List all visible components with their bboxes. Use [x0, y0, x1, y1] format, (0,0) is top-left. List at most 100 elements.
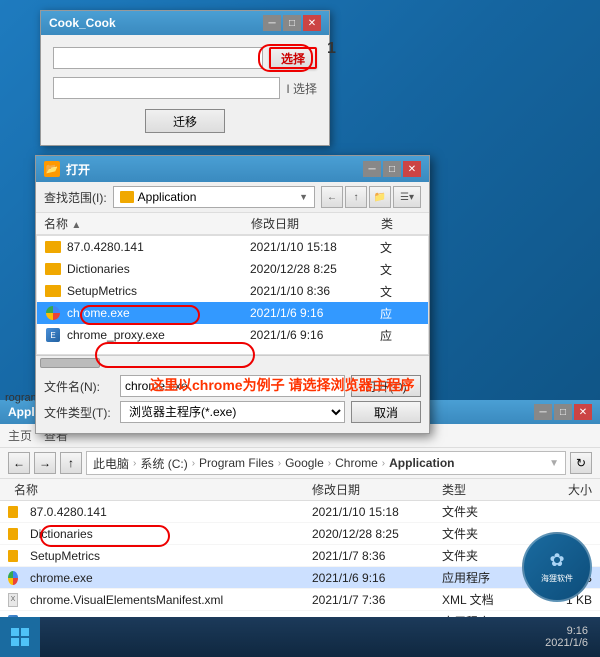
exp-col-size: 大小 — [522, 481, 592, 498]
open-dialog-content: 名称 ▲ 修改日期 类 87.0.4280.141 2021/1/10 15:1… — [36, 213, 429, 369]
open-dialog-icon: 📂 — [44, 161, 60, 177]
open-maximize-btn[interactable]: □ — [383, 161, 401, 177]
file-name: chrome_proxy.exe — [67, 328, 250, 342]
file-list-item[interactable]: Dictionaries 2020/12/28 8:25 文 — [37, 258, 428, 280]
exp-file-date: 2021/1/7 8:36 — [312, 549, 442, 563]
filename-label: 文件名(N): — [44, 378, 114, 395]
file-type: 应 — [380, 305, 420, 322]
desktop: Cook_Cook ─ □ ✕ 选择 I 选择 迁移 1 📂 — [0, 0, 600, 657]
bc-google[interactable]: Google — [285, 456, 324, 470]
folder-icon — [45, 263, 61, 275]
file-list-item[interactable]: SetupMetrics 2021/1/10 8:36 文 — [37, 280, 428, 302]
cook-title-controls: ─ □ ✕ — [263, 15, 321, 31]
explorer-tab-home[interactable]: 主页 — [8, 427, 32, 444]
file-icon: E — [45, 328, 61, 342]
up-btn[interactable]: ↑ — [345, 186, 367, 208]
cook-migrate-btn[interactable]: 迁移 — [145, 109, 225, 133]
cook-maximize-btn[interactable]: □ — [283, 15, 301, 31]
open-dialog-toolbar: 查找范围(I): Application ▼ ← ↑ 📁 ☰▾ — [36, 182, 429, 213]
cook-close-btn[interactable]: ✕ — [303, 15, 321, 31]
exp-file-name: Dictionaries — [30, 527, 312, 541]
cook-input-1[interactable] — [53, 47, 263, 69]
file-list-item[interactable]: E chrome_proxy.exe 2021/1/6 9:16 应 — [37, 324, 428, 346]
exp-file-type: 应用程序 — [442, 569, 522, 586]
exp-file-name: 87.0.4280.141 — [30, 505, 312, 519]
bc-sep4: › — [328, 458, 331, 469]
cancel-btn[interactable]: 取消 — [351, 401, 421, 423]
bc-dropdown[interactable]: ▼ — [549, 458, 559, 469]
file-list: 87.0.4280.141 2021/1/10 15:18 文 Dictiona… — [36, 235, 429, 355]
cook-select-btn-1[interactable]: 选择 — [269, 47, 317, 69]
file-icon — [45, 262, 61, 276]
exp-file-date: 2020/12/28 8:25 — [312, 527, 442, 541]
explorer-file-item[interactable]: chrome.exe 2021/1/6 9:16 应用程序 2,191 KB — [0, 567, 600, 589]
col-name-header: 名称 ▲ — [44, 215, 251, 232]
view-btn[interactable]: ☰▾ — [393, 186, 421, 208]
back-nav-btn[interactable]: ← — [8, 452, 30, 474]
open-title-controls: ─ □ ✕ — [363, 161, 421, 177]
cook-minimize-btn[interactable]: ─ — [263, 15, 281, 31]
explorer-file-item[interactable]: SetupMetrics 2021/1/7 8:36 文件夹 — [0, 545, 600, 567]
file-icon — [45, 306, 61, 320]
explorer-file-item[interactable]: X chrome.VisualElementsManifest.xml 2021… — [0, 589, 600, 611]
exp-file-icon — [8, 571, 24, 585]
hscroll-thumb[interactable] — [40, 358, 100, 368]
explorer-maximize-btn[interactable]: □ — [554, 404, 572, 420]
col-type-header: 类 — [381, 215, 421, 232]
exe-icon: E — [46, 328, 60, 342]
forward-nav-btn[interactable]: → — [34, 452, 56, 474]
file-name: chrome.exe — [67, 306, 250, 320]
horizontal-scrollbar[interactable] — [36, 355, 429, 369]
clock-date: 2021/1/6 — [545, 637, 588, 649]
location-dropdown[interactable]: Application ▼ — [113, 186, 315, 208]
file-icon — [45, 284, 61, 298]
filetype-select[interactable]: 浏览器主程序(*.exe) — [120, 401, 345, 423]
windows-logo-icon — [10, 627, 30, 647]
open-dialog-title: 📂 打开 ─ □ ✕ — [36, 156, 429, 182]
start-btn[interactable] — [0, 617, 40, 657]
refresh-btn[interactable]: ↻ — [570, 452, 592, 474]
explorer-close-btn[interactable]: ✕ — [574, 404, 592, 420]
explorer-files: 87.0.4280.141 2021/1/10 15:18 文件夹 Dictio… — [0, 501, 600, 617]
file-list-item[interactable]: 87.0.4280.141 2021/1/10 15:18 文 — [37, 236, 428, 258]
breadcrumb: 此电脑 › 系统 (C:) › Program Files › Google ›… — [86, 451, 566, 475]
explorer-file-item[interactable]: 87.0.4280.141 2021/1/10 15:18 文件夹 — [0, 501, 600, 523]
col-date-header: 修改日期 — [251, 215, 381, 232]
file-icon — [45, 240, 61, 254]
bc-c[interactable]: 系统 (C:) — [140, 455, 187, 472]
file-list-item[interactable]: chrome.exe 2021/1/6 9:16 应 — [37, 302, 428, 324]
file-date: 2021/1/6 9:16 — [250, 328, 380, 342]
exp-file-date: 2021/1/6 9:16 — [312, 571, 442, 585]
file-date: 2021/1/6 9:16 — [250, 306, 380, 320]
open-close-btn[interactable]: ✕ — [403, 161, 421, 177]
file-name: 87.0.4280.141 — [67, 240, 250, 254]
bc-pf[interactable]: Program Files — [199, 456, 274, 470]
exp-col-name: 名称 — [8, 481, 312, 498]
folder-icon — [8, 506, 18, 518]
explorer-file-item[interactable]: Dictionaries 2020/12/28 8:25 文件夹 — [0, 523, 600, 545]
explorer-minimize-btn[interactable]: ─ — [534, 404, 552, 420]
new-folder-btn[interactable]: 📁 — [369, 186, 391, 208]
bc-chrome[interactable]: Chrome — [335, 456, 378, 470]
cook-dialog-title-text: Cook_Cook — [49, 16, 116, 30]
cook-input-2[interactable] — [53, 77, 280, 99]
filetype-label: 文件类型(T): — [44, 404, 114, 421]
xml-icon: X — [8, 593, 18, 607]
file-type: 文 — [380, 283, 420, 300]
folder-icon — [45, 285, 61, 297]
exp-file-date: 2021/1/7 7:36 — [312, 593, 442, 607]
file-date: 2020/12/28 8:25 — [250, 262, 380, 276]
open-minimize-btn[interactable]: ─ — [363, 161, 381, 177]
bc-sep2: › — [192, 458, 195, 469]
back-btn[interactable]: ← — [321, 186, 343, 208]
exp-file-name: SetupMetrics — [30, 549, 312, 563]
watermark-icon: ✿ — [549, 550, 564, 571]
up-nav-btn[interactable]: ↑ — [60, 452, 82, 474]
file-list-header: 名称 ▲ 修改日期 类 — [36, 213, 429, 235]
cook-row-1: 选择 — [53, 47, 317, 69]
bc-pc[interactable]: 此电脑 — [93, 455, 129, 472]
bc-app[interactable]: Application — [389, 456, 454, 470]
exp-col-date: 修改日期 — [312, 481, 442, 498]
nav-buttons: ← ↑ 📁 ☰▾ — [321, 186, 421, 208]
chrome-icon — [46, 306, 60, 320]
